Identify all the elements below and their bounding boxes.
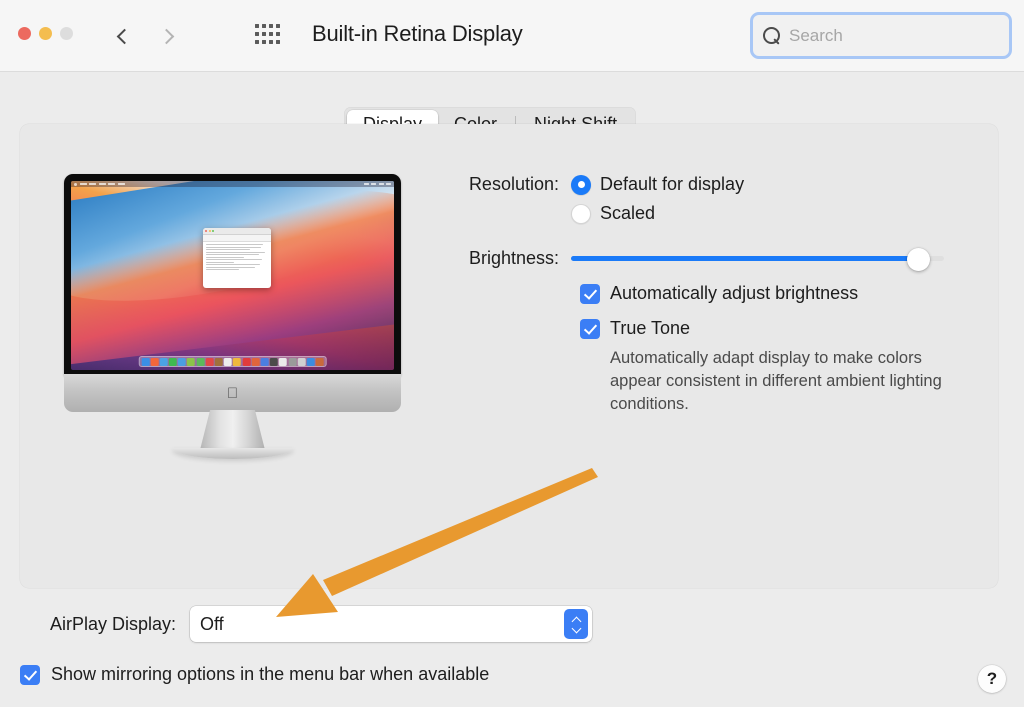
slider-fill: [571, 255, 918, 261]
help-button[interactable]: ?: [978, 665, 1006, 693]
checkbox-auto-brightness-label: Automatically adjust brightness: [610, 283, 859, 303]
preview-dock: [138, 356, 327, 367]
airplay-row: AirPlay Display: Off: [20, 606, 592, 642]
mirroring-label: Show mirroring options in the menu bar w…: [51, 664, 490, 684]
brightness-label: Brightness:: [468, 248, 559, 268]
preview-menu-left: [74, 182, 125, 186]
apple-logo-icon: : [227, 386, 238, 401]
checkbox-icon[interactable]: [20, 665, 40, 685]
zoom-button[interactable]: [60, 27, 73, 40]
show-all-grid-icon[interactable]: [255, 24, 281, 46]
chevron-down-icon: [572, 626, 581, 631]
radio-scaled-label: Scaled: [600, 203, 656, 223]
airplay-selected-value: Off: [200, 613, 224, 634]
radio-default-for-display[interactable]: Default for display: [571, 174, 744, 195]
imac-stand-foot: [171, 448, 294, 459]
airplay-display-dropdown[interactable]: Off: [190, 606, 592, 642]
brightness-row: Brightness:: [428, 247, 968, 271]
resolution-options: Default for display Scaled: [571, 174, 744, 232]
radio-button-icon[interactable]: [571, 203, 591, 224]
preview-window-titlebar: [203, 228, 272, 236]
checkbox-icon[interactable]: [580, 284, 600, 304]
chevron-right-icon: [158, 28, 174, 44]
chevron-left-icon: [116, 28, 132, 44]
close-button[interactable]: [18, 27, 31, 40]
search-field[interactable]: Search: [750, 12, 1012, 59]
back-button[interactable]: [110, 20, 138, 52]
search-placeholder: Search: [789, 25, 843, 45]
slider-knob[interactable]: [906, 247, 930, 271]
preview-document-text: [203, 242, 271, 272]
checkbox-icon[interactable]: [580, 319, 600, 339]
imac-preview: : [60, 174, 405, 464]
mirroring-checkbox-row[interactable]: Show mirroring options in the menu bar w…: [20, 664, 489, 685]
page-title: Built-in Retina Display: [312, 21, 523, 46]
dropdown-stepper-icon[interactable]: [564, 609, 588, 639]
settings-column: Resolution: Default for display Scaled B…: [428, 174, 968, 415]
checkbox-true-tone[interactable]: True Tone: [580, 318, 968, 339]
true-tone-description: Automatically adapt display to make colo…: [610, 349, 942, 413]
preview-menu-right: [363, 182, 391, 186]
display-settings-panel:  Resolution: Default for display Scaled…: [20, 124, 998, 588]
minimize-button[interactable]: [39, 27, 52, 40]
resolution-row: Resolution: Default for display Scaled: [428, 174, 968, 232]
chevron-up-icon: [572, 618, 581, 623]
imac-stand-neck: [199, 410, 266, 452]
preview-textedit-window: [203, 228, 272, 289]
resolution-label: Resolution:: [468, 174, 559, 194]
radio-default-label: Default for display: [600, 174, 745, 194]
checkbox-true-tone-label: True Tone: [610, 318, 691, 338]
preview-window-toolbar: [203, 235, 272, 243]
radio-button-selected-icon[interactable]: [571, 174, 591, 195]
display-bezel: [64, 174, 401, 376]
imac-chin: : [64, 374, 401, 412]
window-toolbar: Built-in Retina Display Search: [0, 0, 1024, 72]
radio-scaled[interactable]: Scaled: [571, 203, 744, 224]
preview-menu-bar: [71, 181, 394, 187]
forward-button[interactable]: [152, 20, 180, 52]
wallpaper-preview: [71, 181, 394, 370]
brightness-slider[interactable]: [571, 247, 944, 271]
traffic-lights: [18, 27, 73, 40]
airplay-label: AirPlay Display:: [49, 613, 176, 634]
checkbox-auto-brightness[interactable]: Automatically adjust brightness: [580, 283, 968, 304]
search-icon: [763, 27, 780, 44]
